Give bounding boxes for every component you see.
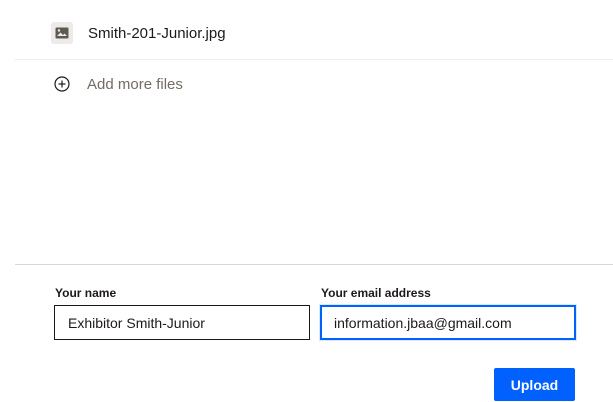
form-divider bbox=[15, 264, 613, 265]
image-file-icon bbox=[51, 22, 73, 44]
name-field-label: Your name bbox=[55, 286, 117, 300]
email-field-label: Your email address bbox=[321, 286, 431, 300]
plus-circle-icon bbox=[53, 75, 71, 93]
file-name: Smith-201-Junior.jpg bbox=[88, 24, 226, 42]
add-more-files-label: Add more files bbox=[87, 75, 183, 93]
add-more-files-button[interactable]: Add more files bbox=[53, 73, 183, 95]
file-list-divider bbox=[15, 59, 613, 60]
email-field[interactable] bbox=[320, 305, 576, 340]
file-list-item: Smith-201-Junior.jpg bbox=[51, 20, 226, 46]
name-field[interactable] bbox=[54, 305, 310, 340]
upload-button[interactable]: Upload bbox=[494, 368, 575, 401]
